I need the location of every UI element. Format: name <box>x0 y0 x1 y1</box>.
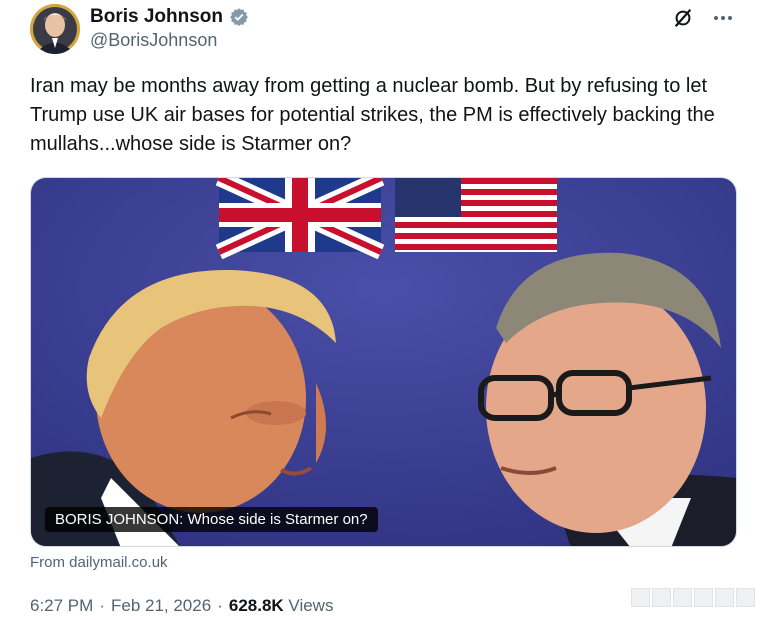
tweet-date[interactable]: Feb 21, 2026 <box>111 596 211 616</box>
verified-badge-icon <box>229 7 249 27</box>
us-flag <box>395 178 557 252</box>
meta-separator: · <box>217 596 223 615</box>
views-label: Views <box>288 596 334 615</box>
author-handle[interactable]: @BorisJohnson <box>90 30 217 51</box>
tweet-meta: 6:27 PM · Feb 21, 2026 · 628.8K Views <box>30 596 333 616</box>
grok-icon[interactable] <box>671 6 695 30</box>
watermark-block <box>736 588 755 607</box>
views[interactable]: 628.8K Views <box>229 596 334 616</box>
media-caption: BORIS JOHNSON: Whose side is Starmer on? <box>45 507 378 532</box>
more-icon[interactable] <box>711 6 735 30</box>
watermark-blocks <box>631 588 755 607</box>
watermark-block <box>673 588 692 607</box>
author-name-row: Boris Johnson <box>90 6 249 28</box>
top-actions <box>671 6 735 30</box>
author-display-name[interactable]: Boris Johnson <box>90 6 223 28</box>
tweet: Boris Johnson @BorisJohnson Iran may be … <box>0 0 765 620</box>
link-card-source[interactable]: From dailymail.co.uk <box>30 554 168 571</box>
watermark-block <box>694 588 713 607</box>
tweet-text: Iran may be months away from getting a n… <box>30 75 715 155</box>
tweet-time[interactable]: 6:27 PM <box>30 596 93 616</box>
views-count: 628.8K <box>228 596 284 615</box>
watermark-block <box>652 588 671 607</box>
watermark-block <box>631 588 650 607</box>
watermark-block <box>715 588 734 607</box>
tweet-media-image[interactable]: BORIS JOHNSON: Whose side is Starmer on? <box>30 177 737 547</box>
meta-separator: · <box>99 596 105 615</box>
avatar[interactable] <box>30 4 80 54</box>
uk-flag <box>215 178 385 260</box>
